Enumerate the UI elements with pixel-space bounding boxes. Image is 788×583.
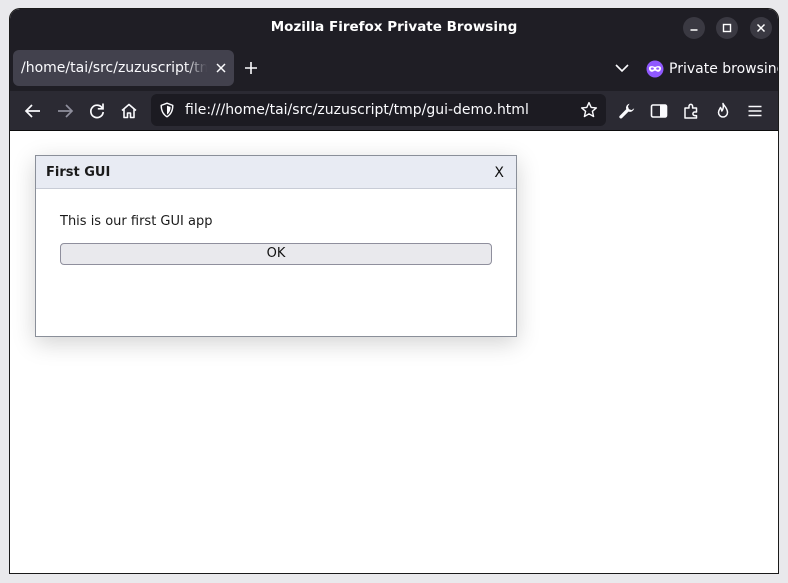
wrench-icon[interactable] (617, 101, 637, 121)
dialog-header: First GUI X (36, 156, 516, 189)
window-title: Mozilla Firefox Private Browsing (270, 19, 518, 35)
dialog-title: First GUI (46, 165, 111, 180)
ok-button[interactable]: OK (60, 243, 492, 265)
close-window-button[interactable] (750, 17, 772, 39)
firefox-view-icon[interactable] (713, 101, 733, 121)
bookmark-star-icon[interactable] (580, 101, 598, 119)
page-content: First GUI X This is our first GUI app OK (10, 131, 778, 573)
url-text[interactable]: file:///home/tai/src/zuzuscript/tmp/gui-… (185, 94, 529, 126)
nav-toolbar: file:///home/tai/src/zuzuscript/tmp/gui-… (10, 91, 778, 131)
shield-icon[interactable] (159, 102, 175, 118)
url-bar[interactable]: file:///home/tai/src/zuzuscript/tmp/gui-… (151, 94, 606, 126)
tab-close-icon[interactable] (214, 61, 228, 75)
dialog-message: This is our first GUI app (60, 214, 213, 229)
tab-label: /home/tai/src/zuzuscript/tmp/gui-demo.ht… (21, 60, 207, 76)
maximize-button[interactable] (716, 17, 738, 39)
gui-dialog: First GUI X This is our first GUI app OK (35, 155, 517, 337)
back-icon[interactable] (23, 101, 43, 121)
dialog-close-button[interactable]: X (494, 156, 504, 189)
chevron-down-icon[interactable] (614, 60, 630, 76)
tab-strip: /home/tai/src/zuzuscript/tmp/gui-demo.ht… (10, 46, 778, 91)
home-icon[interactable] (119, 101, 139, 121)
browser-window: Mozilla Firefox Private Browsing /home/t… (9, 8, 779, 574)
reload-icon[interactable] (87, 101, 107, 121)
private-browsing-indicator: Private browsing (646, 46, 779, 91)
new-tab-icon[interactable] (240, 57, 262, 79)
menu-icon[interactable] (745, 101, 765, 121)
minimize-button[interactable] (683, 17, 705, 39)
title-bar: Mozilla Firefox Private Browsing (10, 9, 778, 46)
private-browsing-label: Private browsing (669, 60, 779, 77)
maximize-icon (722, 23, 732, 33)
close-icon (756, 23, 766, 33)
private-mask-icon (646, 60, 664, 77)
sidebar-icon[interactable] (649, 101, 669, 121)
extensions-icon[interactable] (681, 101, 701, 121)
tab-gui-demo[interactable]: /home/tai/src/zuzuscript/tmp/gui-demo.ht… (13, 50, 234, 86)
forward-icon[interactable] (55, 101, 75, 121)
minimize-icon (690, 29, 698, 31)
